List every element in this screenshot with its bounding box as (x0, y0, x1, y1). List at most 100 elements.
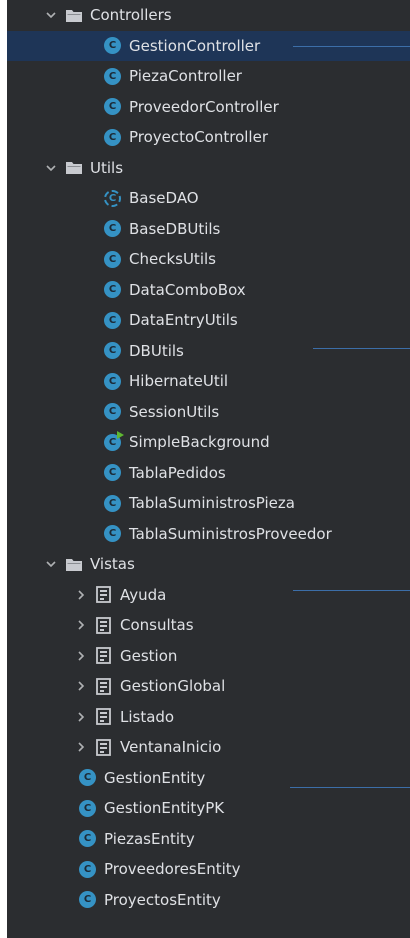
chevron-right-icon[interactable] (73, 587, 89, 603)
class-icon: C (104, 250, 121, 268)
folder-vistas[interactable]: Vistas (7, 549, 410, 580)
guide-line (290, 787, 410, 788)
class-icon: C (104, 128, 121, 146)
tree-item-proveedoresentity[interactable]: C ProveedoresEntity (7, 854, 410, 885)
folder-icon (66, 558, 82, 571)
tree-item-gestion[interactable]: Gestion (7, 641, 410, 672)
tree-item-gestionglobal[interactable]: GestionGlobal (7, 671, 410, 702)
tree-item-label: Ayuda (120, 585, 167, 604)
tree-item-label: GestionEntity (104, 768, 206, 787)
tree-item-simplebackground[interactable]: C SimpleBackground (7, 427, 410, 458)
chevron-right-icon[interactable] (73, 739, 89, 755)
tree-item-label: TablaPedidos (129, 463, 226, 482)
tree-item-tablasuministrosproveedor[interactable]: C TablaSuministrosProveedor (7, 519, 410, 550)
folder-controllers[interactable]: Controllers (7, 0, 410, 31)
class-icon: C (104, 220, 121, 238)
class-icon: C (104, 525, 121, 543)
tree-item-label: VentanaInicio (120, 738, 222, 757)
tree-item-proyectocontroller[interactable]: C ProyectoController (7, 122, 410, 153)
tree-item-checksutils[interactable]: C ChecksUtils (7, 244, 410, 275)
tree-item-label: BaseDBUtils (129, 219, 221, 238)
chevron-down-icon[interactable] (43, 7, 59, 23)
tree-item-label: PiezaController (129, 67, 242, 86)
tree-item-label: SessionUtils (129, 402, 220, 421)
window-edge (0, 0, 7, 938)
runnable-class-icon: C (104, 430, 124, 451)
tree-item-label: ChecksUtils (129, 250, 216, 269)
folder-icon (66, 162, 82, 175)
guide-line (293, 46, 410, 47)
tree-item-label: ProyectosEntity (104, 890, 221, 909)
chevron-right-icon[interactable] (73, 617, 89, 633)
tree-item-ayuda[interactable]: Ayuda (7, 580, 410, 611)
folder-icon (66, 9, 82, 22)
form-icon (96, 738, 111, 756)
tree-item-gestionentity[interactable]: C GestionEntity (7, 763, 410, 794)
project-tree[interactable]: Controllers C GestionController C PiezaC… (7, 0, 410, 938)
tree-item-label: Consultas (120, 616, 194, 635)
tree-item-label: PiezasEntity (104, 829, 195, 848)
chevron-right-icon[interactable] (73, 678, 89, 694)
tree-item-piezasentity[interactable]: C PiezasEntity (7, 824, 410, 855)
tree-item-label: GestionEntityPK (104, 799, 225, 818)
tree-item-consultas[interactable]: Consultas (7, 610, 410, 641)
tree-item-label: GestionController (129, 36, 261, 55)
class-icon: C (79, 891, 96, 909)
class-icon: C (104, 464, 121, 482)
chevron-right-icon[interactable] (73, 709, 89, 725)
chevron-right-icon[interactable] (73, 648, 89, 664)
form-icon (96, 708, 111, 726)
folder-utils[interactable]: Utils (7, 153, 410, 184)
tree-item-label: Gestion (120, 646, 178, 665)
tree-item-basedbutils[interactable]: C BaseDBUtils (7, 214, 410, 245)
tree-item-gestionentitypk[interactable]: C GestionEntityPK (7, 793, 410, 824)
tree-item-basedao[interactable]: C BaseDAO (7, 183, 410, 214)
abstract-class-icon: C (104, 189, 121, 207)
folder-label: Utils (90, 158, 124, 177)
tree-item-dbutils[interactable]: C DBUtils (7, 336, 410, 367)
tree-item-label: TablaSuministrosProveedor (129, 524, 332, 543)
class-icon: C (104, 281, 121, 299)
class-icon: C (104, 372, 121, 390)
tree-item-proveedorcontroller[interactable]: C ProveedorController (7, 92, 410, 123)
class-icon: C (104, 98, 121, 116)
tree-item-sessionutils[interactable]: C SessionUtils (7, 397, 410, 428)
guide-line (293, 590, 410, 591)
form-icon (96, 647, 111, 665)
tree-item-label: ProveedoresEntity (104, 860, 241, 879)
form-icon (96, 677, 111, 695)
tree-item-ventanainicio[interactable]: VentanaInicio (7, 732, 410, 763)
tree-item-label: TablaSuministrosPieza (129, 494, 295, 513)
tree-item-label: DBUtils (129, 341, 184, 360)
class-icon: C (104, 403, 121, 421)
tree-item-label: SimpleBackground (129, 433, 270, 452)
class-icon: C (104, 311, 121, 329)
tree-item-piezacontroller[interactable]: C PiezaController (7, 61, 410, 92)
tree-item-label: HibernateUtil (129, 372, 229, 391)
class-icon: C (79, 860, 96, 878)
tree-item-label: Listado (120, 707, 175, 726)
folder-label: Controllers (90, 6, 172, 25)
tree-item-listado[interactable]: Listado (7, 702, 410, 733)
chevron-down-icon[interactable] (43, 160, 59, 176)
tree-item-dataentryutils[interactable]: C DataEntryUtils (7, 305, 410, 336)
tree-item-tablapedidos[interactable]: C TablaPedidos (7, 458, 410, 489)
tree-item-label: BaseDAO (129, 189, 199, 208)
form-icon (96, 586, 111, 604)
class-icon: C (104, 494, 121, 512)
tree-item-proyectosentity[interactable]: C ProyectosEntity (7, 885, 410, 916)
class-icon: C (79, 769, 96, 787)
form-icon (96, 616, 111, 634)
class-icon: C (79, 799, 96, 817)
tree-item-label: ProyectoController (129, 128, 268, 147)
tree-item-label: DataEntryUtils (129, 311, 238, 330)
class-icon: C (104, 67, 121, 85)
class-icon: C (104, 37, 121, 55)
tree-item-label: DataComboBox (129, 280, 246, 299)
tree-item-label: ProveedorController (129, 97, 279, 116)
tree-item-datacombobox[interactable]: C DataComboBox (7, 275, 410, 306)
chevron-down-icon[interactable] (43, 556, 59, 572)
tree-item-hibernateutil[interactable]: C HibernateUtil (7, 366, 410, 397)
class-icon: C (79, 830, 96, 848)
tree-item-tablasuministrospieza[interactable]: C TablaSuministrosPieza (7, 488, 410, 519)
